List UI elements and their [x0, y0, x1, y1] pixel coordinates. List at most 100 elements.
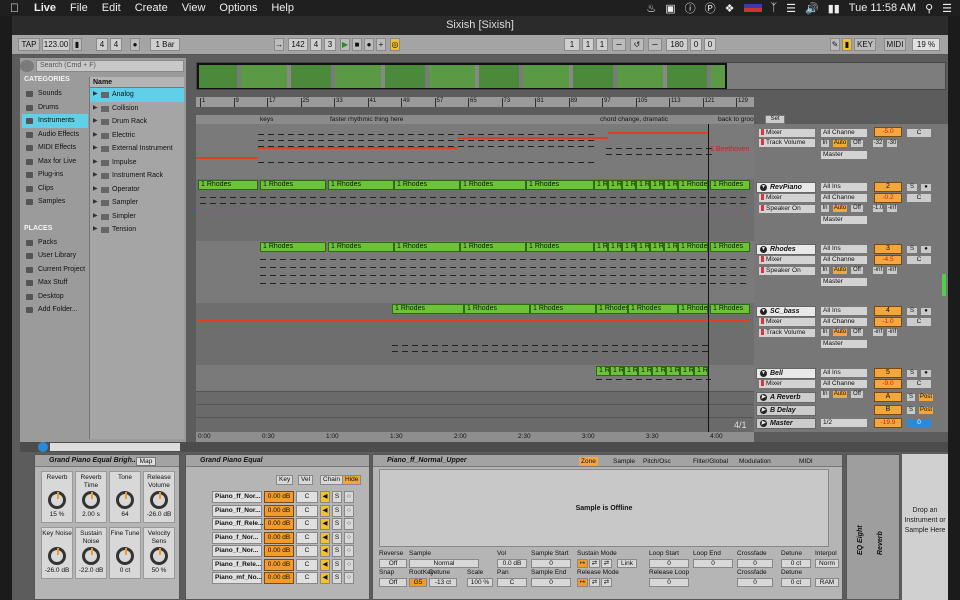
apple-icon[interactable]:  [0, 1, 27, 15]
param-value-detune3[interactable]: 0 ct [781, 578, 811, 587]
track-number-button[interactable]: 2 [874, 182, 902, 192]
automation-arm-icon[interactable]: ◎ [390, 38, 400, 51]
beat-ruler[interactable]: 1 9 17 25 33 41 49 57 65 73 81 89 97 105 113 121 129 [196, 97, 754, 107]
file-simpler[interactable]: ▶ Simpler [90, 210, 184, 224]
zone-row[interactable]: Piano_f_Nor... 0.00 dB C ◀ S ○ [212, 545, 354, 557]
quantize-select[interactable]: 1 Bar [150, 38, 180, 51]
sampler-tab-modulation[interactable]: Modulation [737, 457, 773, 466]
expand-triangle-icon[interactable]: ▶ [93, 156, 98, 170]
pan-field[interactable]: C [906, 255, 932, 265]
expand-triangle-icon[interactable]: ▶ [93, 169, 98, 183]
knob-icon[interactable] [116, 491, 134, 509]
clip[interactable]: 1 Rhodes [608, 180, 622, 190]
zone-speaker-icon[interactable]: ◀ [320, 572, 330, 584]
midi-button[interactable]: MIDI [884, 38, 906, 51]
clip[interactable]: 1 Rh [610, 366, 624, 376]
track-5-lane[interactable]: 1 Rh1 Rh1 Rh1 Rh1 Rh1 Rh1 Rh1 Rh [196, 365, 754, 391]
monitor-in-button[interactable]: In [820, 204, 830, 213]
zone-name[interactable]: Piano_f_Rele... [212, 558, 262, 571]
zone-power-icon[interactable]: ○ [344, 545, 354, 557]
monitor-in-button[interactable]: In [820, 328, 830, 337]
input-type-select[interactable]: All Ins [820, 182, 868, 192]
automation-param-select[interactable]: Track Volume [758, 328, 816, 338]
menu-help[interactable]: Help [264, 2, 301, 14]
param-value-scale[interactable]: 100 % [467, 578, 493, 587]
zone-solo-button[interactable]: S [332, 531, 342, 544]
place-add-folder-[interactable]: Add Folder... [22, 303, 88, 317]
zone-solo-button[interactable]: S [332, 491, 342, 503]
zone-pan[interactable]: C [296, 491, 318, 503]
zone-power-icon[interactable]: ○ [344, 504, 354, 517]
key-map-icon[interactable]: ▮ [842, 38, 852, 51]
monitor-in-button[interactable]: In [820, 390, 830, 399]
zone-solo-button[interactable]: S [332, 504, 342, 517]
macro-release-volume[interactable]: Release Volume -26.0 dB [143, 471, 175, 523]
loop-start-six[interactable]: 1 [596, 38, 608, 51]
clip[interactable]: 1 Rhodes [608, 242, 622, 252]
zone-pan[interactable]: C [296, 545, 318, 557]
browser-toggle-icon[interactable] [20, 60, 34, 72]
clip[interactable]: 1 Rh [638, 366, 652, 376]
fold-track-icon[interactable]: ▶ [760, 420, 767, 427]
pan-field[interactable]: C [906, 193, 932, 203]
locator-chord-change[interactable]: chord change, dramatic [600, 115, 668, 124]
fold-track-icon[interactable]: ▼ [760, 184, 767, 191]
clip[interactable]: 1 Rhodes [394, 242, 460, 252]
input-channel-select[interactable]: All Channe [820, 128, 868, 138]
clip-beethoven[interactable]: 1 Beethoven [710, 146, 749, 153]
expand-triangle-icon[interactable]: ▶ [93, 223, 98, 237]
monitor-off-button[interactable]: Off [850, 390, 864, 399]
name-column-header[interactable]: Name [90, 77, 184, 88]
clip[interactable]: 1 Rhodes [260, 180, 326, 190]
sampler-tab-filter-global[interactable]: Filter/Global [691, 457, 730, 466]
sig-numerator[interactable]: 4 [96, 38, 108, 51]
track-name-rhodes[interactable]: ▼ Rhodes [756, 244, 816, 255]
locator-lane[interactable]: keys faster rhythmic thing here chord ch… [196, 115, 754, 124]
param-value-send[interactable]: 0 [531, 578, 571, 587]
zone-speaker-icon[interactable]: ◀ [320, 518, 330, 530]
punch-in-icon[interactable]: ∽ [612, 38, 626, 51]
expand-triangle-icon[interactable]: ▶ [93, 115, 98, 129]
track-number-button[interactable]: 5 [874, 368, 902, 378]
expand-triangle-icon[interactable]: ▶ [93, 210, 98, 224]
zone-pan[interactable]: C [296, 572, 318, 584]
monitor-auto-button[interactable]: Auto [832, 390, 848, 399]
clip[interactable]: 1 Rhodes [710, 242, 750, 252]
knob-icon[interactable] [82, 547, 100, 565]
arm-button[interactable]: ● [920, 183, 932, 192]
clip[interactable]: 1 Rhodes [678, 242, 708, 252]
track-name-bell[interactable]: ▼ Bell [756, 368, 816, 379]
clip[interactable]: 1 Rh [666, 366, 680, 376]
expand-triangle-icon[interactable]: ▶ [93, 142, 98, 156]
output-select[interactable]: Master [820, 150, 868, 160]
knob-icon[interactable] [48, 491, 66, 509]
zone-row[interactable]: Piano_ff_Nor... 0.00 dB C ◀ S ○ [212, 491, 354, 503]
pan-field[interactable]: C [906, 317, 932, 327]
macro-velocity-sens[interactable]: Velocity Sens 50 % [143, 527, 175, 579]
input-channel-select[interactable]: All Channe [820, 255, 868, 265]
overview-viewport[interactable] [197, 63, 727, 89]
input-type-select[interactable]: All Ins [820, 244, 868, 254]
category-midi-effects[interactable]: MIDI Effects [22, 141, 88, 155]
zone-name[interactable]: Piano_ff_Rele... [212, 518, 263, 530]
solo-button[interactable]: S [906, 183, 918, 192]
output-select[interactable]: Master [820, 339, 868, 349]
return-letter-button[interactable]: A [874, 392, 902, 402]
zone-pan[interactable]: C [296, 518, 318, 530]
monitor-auto-button[interactable]: Auto [832, 328, 848, 337]
set-locator-button[interactable]: Set [765, 115, 785, 124]
return-a-lane[interactable] [196, 391, 754, 404]
expand-triangle-icon[interactable]: ▶ [93, 102, 98, 116]
zone-row[interactable]: Piano_f_Nor... 0.00 dB C ◀ S ○ [212, 531, 354, 544]
param-value-vol[interactable]: 0.0 dB [497, 559, 527, 568]
sampler-tab-zone[interactable]: Zone [579, 457, 598, 466]
pan-field[interactable]: C [906, 379, 932, 389]
expand-triangle-icon[interactable]: ▶ [93, 129, 98, 143]
track-3-lane[interactable]: 1 Rhodes 1 Rhodes 1 Rhodes 1 Rhodes 1 Rhodes… [196, 241, 754, 303]
arrangement-overview[interactable] [196, 62, 946, 90]
display-icon[interactable]: ▣ [665, 2, 675, 15]
volume-field[interactable]: -1.0 [874, 317, 902, 327]
zone-solo-button[interactable]: S [332, 572, 342, 584]
automation-param-select[interactable]: Speaker On [758, 204, 816, 214]
clip[interactable]: 1 Rh [624, 366, 638, 376]
